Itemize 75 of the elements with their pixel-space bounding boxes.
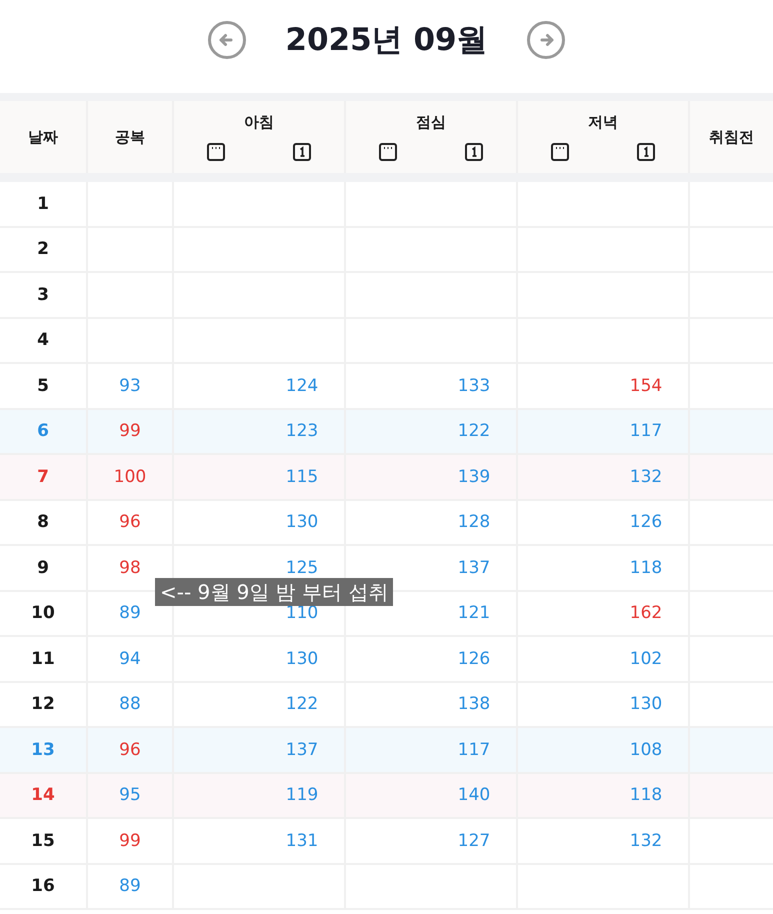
glucose-value: 128: [458, 512, 490, 532]
glucose-value: 118: [630, 558, 662, 578]
numbered-square-icon: [636, 142, 656, 162]
glucose-value: 89: [119, 603, 141, 624]
numbered-square-icon: [464, 142, 484, 162]
date-cell-text: 9: [36, 556, 50, 580]
date-cell-text: 12: [30, 693, 56, 716]
glucose-value: 99: [119, 830, 141, 851]
glucose-value: 138: [458, 694, 490, 714]
numbered-square-icon: [292, 142, 312, 162]
glucose-value: 119: [286, 785, 318, 806]
dotted-square-icon: [206, 142, 226, 162]
glucose-value: 133: [458, 376, 490, 396]
glucose-value: 98: [119, 558, 141, 578]
month-title: 2025년 09월: [285, 21, 488, 60]
date-cell-text: 13: [30, 738, 56, 762]
glucose-value: 115: [286, 466, 318, 487]
glucose-value: 96: [119, 512, 141, 532]
glucose-value: 132: [630, 830, 662, 851]
date-cell-text: 8: [36, 511, 50, 534]
glucose-value: 99: [119, 421, 141, 442]
date-cell-text: 11: [30, 648, 56, 671]
glucose-value: 108: [630, 740, 662, 760]
glucose-value: 123: [286, 421, 318, 442]
glucose-value: 95: [119, 785, 141, 806]
glucose-value: 131: [286, 830, 318, 851]
glucose-value: 154: [630, 376, 662, 396]
glucose-value: 124: [286, 376, 318, 396]
glucose-value: 118: [630, 785, 662, 806]
date-cell-text: 6: [36, 420, 50, 444]
glucose-value: 117: [458, 740, 490, 760]
glucose-value: 94: [119, 648, 141, 669]
next-month-button[interactable]: [526, 20, 566, 60]
date-cell-text: 4: [36, 329, 50, 352]
column-header: 날짜: [27, 126, 59, 148]
meal-label: 저녁: [588, 112, 618, 132]
date-cell-text: 7: [36, 466, 50, 489]
annotation-label: <-- 9월 9일 밤 부터 섭취: [155, 578, 394, 606]
glucose-value: 140: [458, 785, 490, 806]
glucose-value: 93: [119, 376, 141, 396]
glucose-value: 139: [458, 466, 490, 487]
meal-label: 아침: [244, 112, 274, 132]
date-cell-text: 10: [30, 602, 56, 626]
glucose-value: 122: [458, 421, 490, 442]
glucose-value: 137: [286, 740, 318, 760]
glucose-value: 137: [458, 558, 490, 578]
glucose-value: 96: [119, 740, 141, 760]
glucose-value: 130: [286, 648, 318, 669]
glucose-value: 100: [114, 466, 146, 487]
previous-month-button[interactable]: [207, 20, 248, 60]
date-cell-text: 3: [36, 284, 50, 307]
glucose-value: 117: [630, 421, 662, 442]
dotted-square-icon: [378, 142, 398, 162]
date-cell-text: 16: [30, 875, 56, 898]
glucose-value: 88: [119, 694, 141, 714]
date-cell-text: 1: [36, 192, 50, 216]
glucose-value: 121: [458, 603, 490, 624]
glucose-value: 130: [630, 694, 662, 714]
glucose-value: 127: [458, 830, 490, 851]
glucose-value: 122: [286, 694, 318, 714]
glucose-value: 132: [630, 466, 662, 487]
glucose-value: 110: [286, 603, 318, 624]
glucose-value: 126: [458, 648, 490, 669]
glucose-value: 102: [630, 648, 662, 669]
glucose-value: 89: [119, 876, 141, 896]
date-cell-text: 2: [36, 238, 50, 262]
glucose-value: 130: [286, 512, 318, 532]
meal-label: 점심: [416, 112, 446, 132]
date-cell-text: 14: [30, 784, 56, 808]
date-cell-text: 15: [30, 830, 56, 853]
dotted-square-icon: [550, 142, 570, 162]
date-cell-text: 5: [36, 374, 50, 398]
glucose-value: 125: [286, 558, 318, 578]
glucose-value: 162: [630, 603, 662, 624]
glucose-value: 126: [630, 512, 662, 532]
